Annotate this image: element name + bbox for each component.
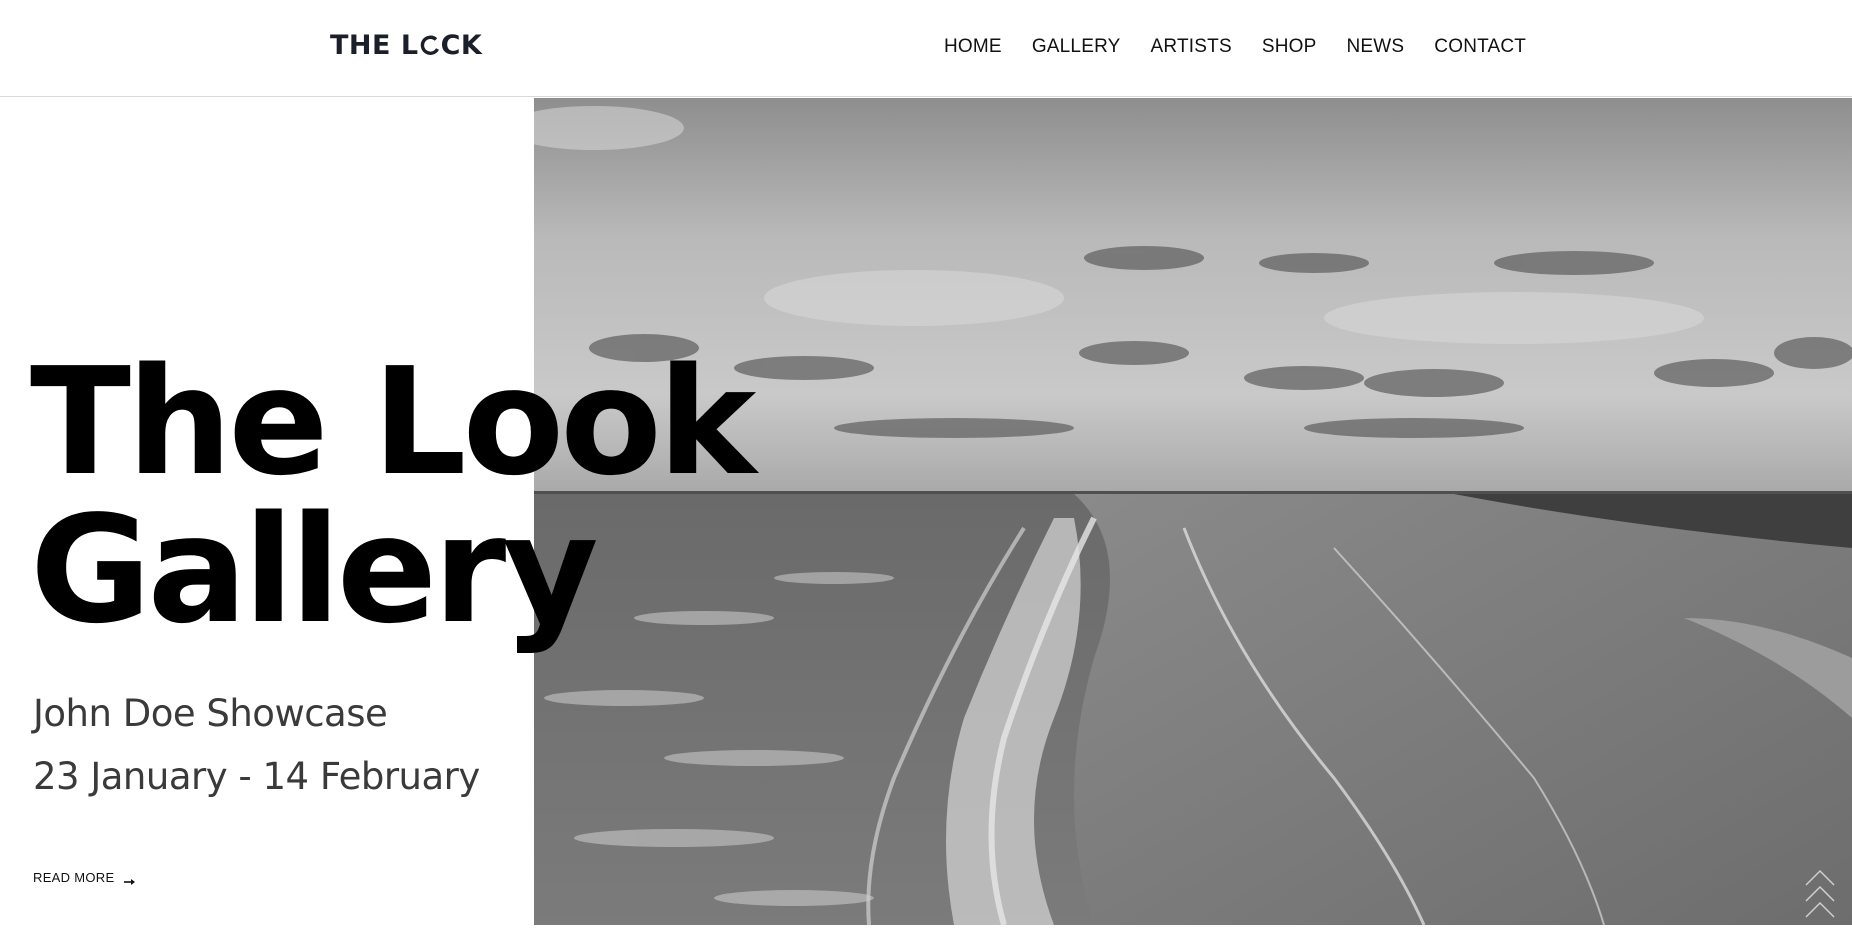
arrow-right-icon	[124, 874, 136, 885]
logo-o-arc-icon	[420, 31, 440, 55]
hero-title: The Look Gallery	[30, 336, 756, 656]
logo-text-right: CK	[440, 30, 483, 61]
scroll-to-top-button[interactable]	[1800, 855, 1840, 925]
site-logo[interactable]: THE L CK	[330, 30, 482, 61]
hero-title-line-1: The Look	[30, 336, 756, 508]
hero-title-line-2: Gallery	[30, 484, 599, 656]
read-more-link[interactable]: READ MORE	[33, 870, 136, 885]
nav-gallery[interactable]: GALLERY	[1032, 36, 1121, 58]
chevron-up-icon	[1805, 869, 1835, 918]
nav-shop[interactable]: SHOP	[1262, 36, 1317, 58]
nav-news[interactable]: NEWS	[1346, 36, 1404, 58]
nav-artists[interactable]: ARTISTS	[1151, 36, 1232, 58]
nav-contact[interactable]: CONTACT	[1434, 36, 1526, 58]
read-more-label: READ MORE	[33, 870, 115, 885]
main-nav: HOME GALLERY ARTISTS SHOP NEWS CONTACT	[944, 36, 1526, 58]
nav-home[interactable]: HOME	[944, 36, 1002, 58]
logo-text-left: THE L	[330, 30, 419, 61]
site-header: THE L CK HOME GALLERY ARTISTS SHOP NEWS C…	[0, 0, 1852, 97]
hero-dates: 23 January - 14 February	[33, 755, 480, 798]
hero-subtitle: John Doe Showcase	[33, 692, 388, 735]
